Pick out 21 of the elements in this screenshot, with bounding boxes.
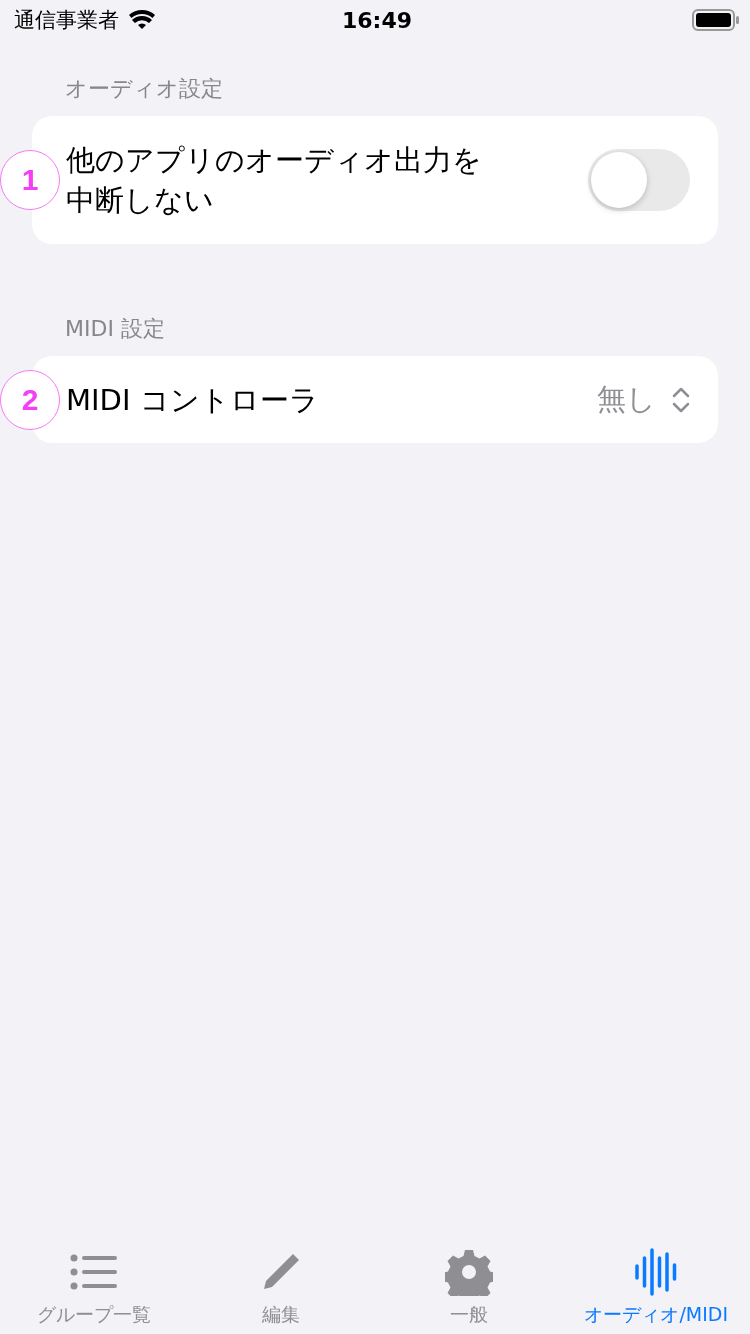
settings-icon xyxy=(444,1248,493,1296)
tab-item[interactable]: グループ一覧 xyxy=(0,1236,188,1334)
battery-icon xyxy=(692,9,740,31)
waveform-icon xyxy=(634,1248,679,1296)
row-label: MIDI コントローラ xyxy=(66,381,320,419)
tab-item[interactable]: 編集 xyxy=(187,1236,375,1334)
list-icon xyxy=(69,1254,118,1290)
clock-time: 16:49 xyxy=(342,7,412,33)
pencil-icon xyxy=(261,1252,302,1292)
row-label: 他のアプリのオーディオ出力を中断しない xyxy=(66,142,483,219)
callout-number: 1 xyxy=(0,150,60,210)
section-header: MIDI 設定 xyxy=(64,315,166,343)
wifi-icon xyxy=(129,10,155,30)
tab-item[interactable]: 一般 xyxy=(375,1236,563,1334)
callout-number: 2 xyxy=(0,369,60,430)
section-header: オーディオ設定 xyxy=(64,75,224,103)
chevron-updown-icon xyxy=(672,385,690,414)
toggle-switch[interactable] xyxy=(588,149,690,211)
picker-value[interactable]: 無し xyxy=(597,379,656,420)
carrier-name: 通信事業者 xyxy=(14,7,119,34)
tab-item[interactable]: オーディオ/MIDI xyxy=(562,1236,750,1334)
